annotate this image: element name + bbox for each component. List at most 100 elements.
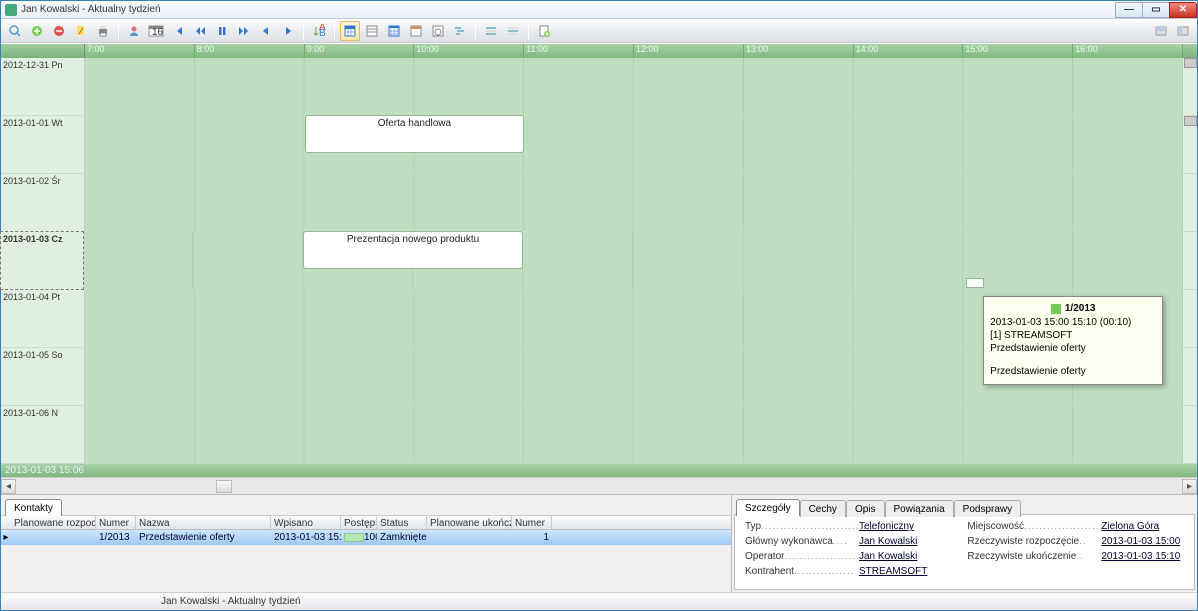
col-planned-end[interactable]: Planowane ukończeni xyxy=(427,516,512,529)
tab-opis[interactable]: Opis xyxy=(846,500,885,517)
label-wykonawca: Główny wykonawca xyxy=(745,536,833,547)
bottom-panel: Kontakty Planowane rozpoczęci Numer Nazw… xyxy=(1,494,1197,592)
value-typ[interactable]: Telefoniczny xyxy=(859,521,914,532)
day-row-2[interactable]: 2013-01-02 Śr xyxy=(1,174,1197,232)
day-row-0[interactable]: 2012-12-31 Pn xyxy=(1,58,1197,116)
next-icon[interactable] xyxy=(278,21,298,41)
progress-bar-icon xyxy=(344,533,364,542)
left-tabs: Kontakty xyxy=(1,495,731,515)
scroll-right-icon[interactable]: ▸ xyxy=(1182,479,1197,494)
list2-icon[interactable] xyxy=(503,21,523,41)
col-status[interactable]: Status xyxy=(377,516,427,529)
tab-podsprawy[interactable]: Podsprawy xyxy=(954,500,1021,517)
tooltip-icon xyxy=(1051,304,1061,314)
view-week-icon[interactable] xyxy=(340,21,360,41)
app-icon xyxy=(5,4,17,16)
value-operator[interactable]: Jan Kowalski xyxy=(859,551,917,562)
next-fast-icon[interactable] xyxy=(234,21,254,41)
close-button[interactable]: ✕ xyxy=(1169,2,1197,18)
time-col-13: 13:00 xyxy=(744,44,769,54)
label-rozpoczecie: Rzeczywiste rozpoczęcie xyxy=(967,536,1079,547)
col-number[interactable]: Numer xyxy=(96,516,136,529)
table-row[interactable]: ▸ 1/2013 Przedstawienie oferty 2013-01-0… xyxy=(1,530,731,545)
view-list-icon[interactable] xyxy=(362,21,382,41)
tooltip-number: 1/2013 xyxy=(1065,301,1096,316)
day-row-4[interactable]: 2013-01-04 Pt 1/2013 2013-01-03 15:00 15… xyxy=(1,290,1197,348)
horizontal-scrollbar[interactable]: ◂ ▸ xyxy=(1,477,1197,494)
col-planned-start[interactable]: Planowane rozpoczęci xyxy=(11,516,96,529)
details-pane: Typ..............................Telefon… xyxy=(734,514,1195,590)
time-col-10: 10:00 xyxy=(414,44,439,54)
label-ukonczenie: Rzeczywiste ukończenie xyxy=(967,551,1076,562)
col-name[interactable]: Nazwa xyxy=(136,516,271,529)
tooltip-dateline: 2013-01-03 15:00 15:10 (00:10) xyxy=(990,316,1156,329)
minimize-button[interactable]: — xyxy=(1115,2,1143,18)
value-ukonczenie[interactable]: 2013-01-03 15:10 xyxy=(1101,551,1180,562)
tab-kontakty[interactable]: Kontakty xyxy=(5,499,62,516)
app-window: Jan Kowalski - Aktualny tydzień — ▭ ✕ 16… xyxy=(0,0,1198,611)
view-gantt-icon[interactable] xyxy=(450,21,470,41)
layout2-icon[interactable] xyxy=(1173,21,1193,41)
report-icon[interactable] xyxy=(534,21,554,41)
appointment-oferta[interactable]: Oferta handlowa xyxy=(305,115,525,153)
toolbar: 16 AB xyxy=(1,19,1197,43)
label-operator: Operator xyxy=(745,551,784,562)
add-icon[interactable] xyxy=(27,21,47,41)
appointment-small[interactable] xyxy=(966,278,984,288)
day-label: 2013-01-04 Pt xyxy=(1,290,85,347)
tooltip-contractor: [1] STREAMSOFT xyxy=(990,329,1156,342)
window-status-bar: Jan Kowalski - Aktualny tydzień xyxy=(1,592,1197,610)
edit-icon[interactable] xyxy=(71,21,91,41)
prev-icon[interactable] xyxy=(256,21,276,41)
value-kontrahent[interactable]: STREAMSOFT xyxy=(859,566,927,577)
delete-icon[interactable] xyxy=(49,21,69,41)
view-clock-icon[interactable] xyxy=(428,21,448,41)
svg-text:B: B xyxy=(319,28,326,38)
right-tabs: Szczegóły Cechy Opis Powiązania Podspraw… xyxy=(732,495,1197,515)
appointment-tooltip: 1/2013 2013-01-03 15:00 15:10 (00:10) [1… xyxy=(983,296,1163,385)
label-miejscowosc: Miejscowość xyxy=(967,521,1024,532)
tab-cechy[interactable]: Cechy xyxy=(800,500,846,517)
calendar-day-icon[interactable]: 16 xyxy=(146,21,166,41)
scroll-thumb[interactable] xyxy=(216,480,232,493)
calendar-grid[interactable]: 2012-12-31 Pn 2013-01-01 Wt Oferta handl… xyxy=(1,58,1197,464)
label-kontrahent: Kontrahent xyxy=(745,566,794,577)
maximize-button[interactable]: ▭ xyxy=(1142,2,1170,18)
first-icon[interactable] xyxy=(168,21,188,41)
value-miejscowosc[interactable]: Zielona Góra xyxy=(1101,521,1159,532)
tab-powiazania[interactable]: Powiązania xyxy=(885,500,954,517)
appointment-prezentacja[interactable]: Prezentacja nowego produktu xyxy=(303,231,523,269)
titlebar: Jan Kowalski - Aktualny tydzień — ▭ ✕ xyxy=(1,1,1197,19)
col-number2[interactable]: Numer xyxy=(512,516,552,529)
value-rozpoczecie[interactable]: 2013-01-03 15:00 xyxy=(1101,536,1180,547)
time-col-9: 9:00 xyxy=(305,44,325,54)
label-typ: Typ xyxy=(745,521,761,532)
col-entered[interactable]: Wpisano xyxy=(271,516,341,529)
scroll-left-icon[interactable]: ◂ xyxy=(1,479,16,494)
list1-icon[interactable] xyxy=(481,21,501,41)
print-icon[interactable] xyxy=(93,21,113,41)
row-marker-icon: ▸ xyxy=(1,532,11,543)
status-time: 2013-01-03 15:06 xyxy=(5,465,84,476)
day-row-1[interactable]: 2013-01-01 Wt Oferta handlowa xyxy=(1,116,1197,174)
grid-status-bar: 2013-01-03 15:06 xyxy=(1,464,1197,477)
day-label-current: 2013-01-03 Cz xyxy=(0,231,84,290)
day-label: 2012-12-31 Pn xyxy=(1,58,85,115)
prev-fast-icon[interactable] xyxy=(190,21,210,41)
time-col-11: 11:00 xyxy=(524,44,548,54)
value-wykonawca[interactable]: Jan Kowalski xyxy=(859,536,917,547)
user-icon[interactable] xyxy=(124,21,144,41)
tab-szczegoly[interactable]: Szczegóły xyxy=(736,499,800,516)
table-header: Planowane rozpoczęci Numer Nazwa Wpisano… xyxy=(1,515,731,530)
layout1-icon[interactable] xyxy=(1151,21,1171,41)
view-month-icon[interactable] xyxy=(384,21,404,41)
view-day-icon[interactable] xyxy=(406,21,426,41)
time-col-15: 15:00 xyxy=(963,44,988,54)
day-row-3[interactable]: 2013-01-03 Cz Prezentacja nowego produkt… xyxy=(1,232,1197,290)
col-progress[interactable]: Postęp xyxy=(341,516,377,529)
time-ruler: 7:00 8:00 9:00 10:00 11:00 12:00 13:00 1… xyxy=(1,43,1197,58)
day-row-6[interactable]: 2013-01-06 N xyxy=(1,406,1197,464)
sort-icon[interactable]: AB xyxy=(309,21,329,41)
pause-icon[interactable] xyxy=(212,21,232,41)
search-icon[interactable] xyxy=(5,21,25,41)
